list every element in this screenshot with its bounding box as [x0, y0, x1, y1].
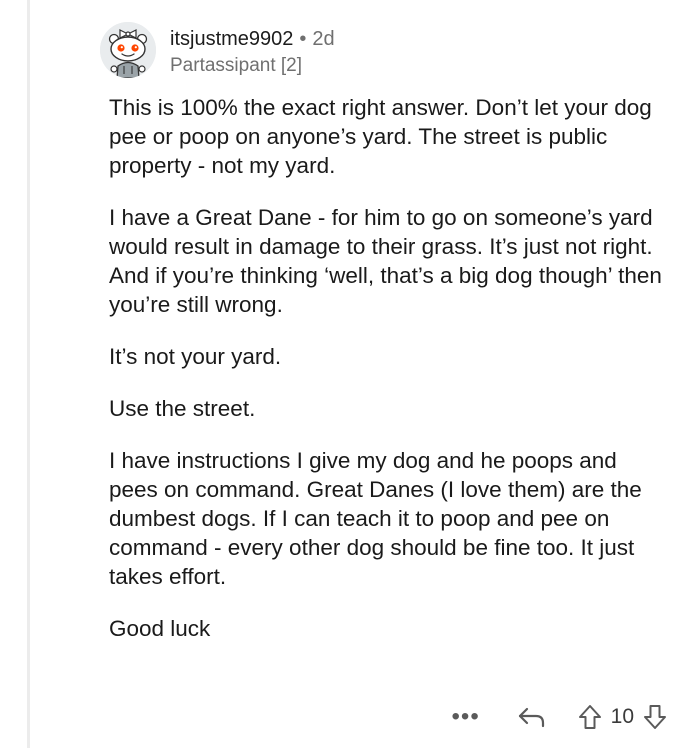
- reddit-snoo-avatar-icon: [100, 22, 156, 78]
- comment-paragraph: I have instructions I give my dog and he…: [109, 448, 642, 589]
- comment-age: 2d: [312, 28, 335, 50]
- comment-paragraph: Use the street.: [109, 396, 256, 421]
- reply-arrow-icon: [518, 707, 544, 728]
- comment-meta: itsjustme9902 • 2d: [170, 26, 335, 52]
- comment-paragraph: I have a Great Dane - for him to go on s…: [109, 205, 662, 317]
- user-flair: Partassipant [2]: [170, 55, 303, 76]
- username-link[interactable]: itsjustme9902: [170, 28, 293, 50]
- comment-header: itsjustme9902 • 2d Partassipant [2]: [170, 26, 335, 78]
- comment-paragraph: Good luck: [109, 616, 211, 641]
- more-options-button[interactable]: •••: [449, 703, 483, 730]
- downvote-button[interactable]: [642, 703, 668, 731]
- upvote-button[interactable]: [577, 703, 603, 731]
- thread-line[interactable]: [27, 0, 30, 748]
- meta-separator: •: [299, 28, 307, 50]
- vote-count: 10: [610, 705, 634, 728]
- reply-button[interactable]: [517, 705, 547, 729]
- more-options-icon: •••: [451, 703, 480, 730]
- comment-paragraph: This is 100% the exact right answer. Don…: [109, 95, 652, 178]
- downvote-arrow-icon: [644, 705, 666, 729]
- avatar[interactable]: [100, 22, 156, 78]
- upvote-arrow-icon: [578, 705, 601, 729]
- comment-body: This is 100% the exact right answer. Don…: [109, 93, 669, 666]
- comment-paragraph: It’s not your yard.: [109, 344, 282, 369]
- comment-actions: ••• 10: [449, 698, 668, 736]
